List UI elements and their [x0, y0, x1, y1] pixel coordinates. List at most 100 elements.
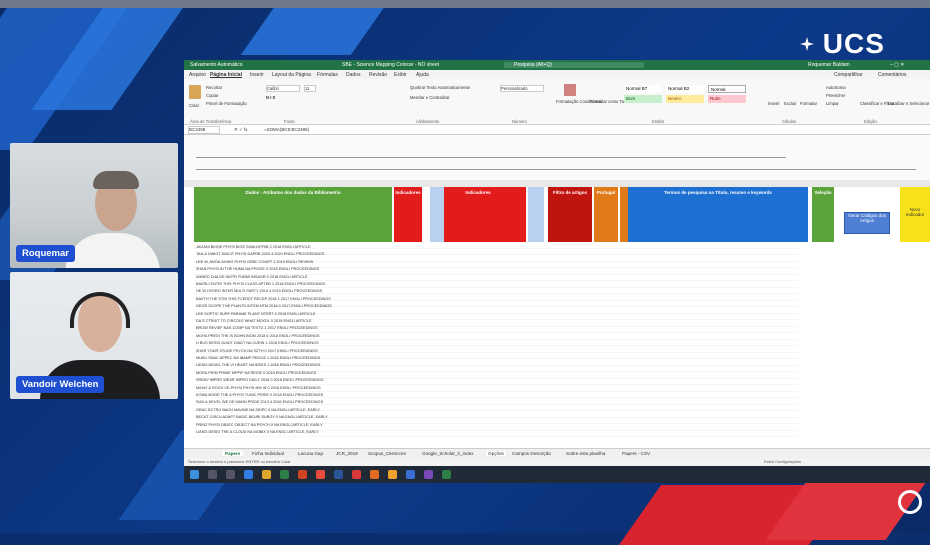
data-grid[interactable]: JAGANI BIOSE PHYSI BIOS SIMA NITRIB 2 20…	[194, 242, 799, 438]
font-size-select[interactable]: 11	[304, 85, 316, 92]
table-row[interactable]: MORA PRIM PRIME MPPIF NA REVIE 0 2018 EN…	[196, 370, 316, 377]
table-row[interactable]: KOWA MODE THE A PHYSI TUNIC PERIE 0 2018…	[196, 392, 323, 399]
name-box[interactable]: BC2498	[188, 126, 220, 134]
table-row[interactable]: GRAC ECTRO BACH MAVINE NA SIDPC 0 NA ENG…	[196, 407, 320, 414]
app-icon[interactable]	[352, 470, 361, 479]
table-row[interactable]: JAGANI BIOSE PHYSI BIOS SIMA NITRIB 2 20…	[196, 244, 311, 251]
style-good[interactable]: Bom	[624, 95, 662, 103]
table-row[interactable]: MOHA PREDI THE IS BOHN BIOM 2018 6 2018 …	[196, 333, 320, 340]
table-row[interactable]: BAETH THE STIN THIS FCERDT RECEP 2018 1 …	[196, 296, 331, 303]
sheet-tab-campos[interactable]: Campos Descrição	[512, 451, 551, 456]
app-icon-2[interactable]	[370, 470, 379, 479]
share-button[interactable]: Compartilhar	[834, 72, 863, 78]
table-row[interactable]: GEOR SCOPE THE PLANTS INTEM NTM 2016 0 2…	[196, 303, 332, 310]
app-icon-3[interactable]	[388, 470, 397, 479]
search-icon[interactable]	[208, 470, 217, 479]
table-row[interactable]: BROW REVIEF NAS COMP NA TEXTU 1 2017 ENG…	[196, 325, 318, 332]
tab-arquivo[interactable]: Arquivo	[189, 72, 206, 78]
wrap-text-button[interactable]: Quebrar Texto Automaticamente	[410, 85, 470, 90]
sheet-tab-csv[interactable]: Papers - CSV	[622, 451, 650, 456]
table-row[interactable]: BECKT CIRCU ADAPT BASIC NEURI SURGY 0 NA…	[196, 414, 328, 421]
font-style-buttons[interactable]: N I S	[266, 95, 275, 100]
tab-review[interactable]: Revisão	[369, 72, 387, 78]
table-row[interactable]: PRINZ PHYSI OBJEC OBJECT NA PSYCH 0 NA E…	[196, 422, 323, 429]
table-row[interactable]: SRINIV IMPRO WEAR IMPRO DAILY 2016 0 201…	[196, 377, 324, 384]
autosum-button[interactable]: AutoSoma	[826, 85, 846, 90]
table-row[interactable]: DA S CTRUIT TO CIRCOLE WHAT MCKDL 0 2018…	[196, 318, 312, 325]
folder-icon[interactable]	[262, 470, 271, 479]
app-icon-5[interactable]	[424, 470, 433, 479]
windows-start-icon[interactable]	[190, 470, 199, 479]
sheet-tab-ficha[interactable]: Ficha Individual	[252, 451, 284, 456]
group-cells: Células	[782, 119, 796, 124]
comments-button[interactable]: Comentários	[878, 72, 906, 78]
table-row[interactable]: LIENO DEVEL THE VI HEART NA IEEES 1 2018…	[196, 362, 320, 369]
sheet-tab-google[interactable]: Google_Scholar_h_index	[422, 451, 474, 456]
format-painter-button[interactable]: Pincel de Formatação	[206, 101, 247, 106]
tab-help[interactable]: Ajuda	[416, 72, 429, 78]
style-normal-b7[interactable]: Normal B7	[624, 85, 662, 93]
video-tile-vandoir[interactable]: Vandoir Welchen	[10, 272, 178, 399]
sheet-tab-scopus[interactable]: Scopus_CiteScore	[368, 451, 406, 456]
sheet-tab-sobre[interactable]: Sobre esta planilha	[566, 451, 605, 456]
display-settings[interactable]: Exibir Configurações	[764, 459, 801, 464]
insert-cells-button[interactable]: Inserir	[768, 101, 780, 106]
fx-icon: ✕ ✓ fx	[234, 127, 248, 132]
powerpoint-icon[interactable]	[298, 470, 307, 479]
table-row[interactable]: BAERLI ENTRI THIS PHYSI CLASS APTEB 1 20…	[196, 281, 325, 288]
sheet-tab-jcr[interactable]: JCR_2019	[336, 451, 358, 456]
edge-icon[interactable]	[244, 470, 253, 479]
style-normal-b2[interactable]: Normal B2	[666, 85, 704, 93]
table-row[interactable]: LIANG DESIG THE A CLOUD NA MOBIX 0 NA EN…	[196, 429, 319, 436]
excel-window[interactable]: Salvamento Automático SBE - Science Mapp…	[184, 60, 930, 483]
formula-input[interactable]: =SOMA(BC5:BC2495)	[264, 127, 309, 132]
delete-cells-button[interactable]: Excluir	[784, 101, 797, 106]
new-indicator-button[interactable]: Novo Indicador	[900, 187, 930, 242]
table-row[interactable]: LEE W, ANTAI AGING PHYSI GEBC COURT 1 20…	[196, 259, 313, 266]
table-row[interactable]: SUN & DEVEL WE DE MANN PRIDE 2013 4 2016…	[196, 399, 323, 406]
number-format-select[interactable]: Personalizado	[500, 85, 544, 92]
fill-button[interactable]: Preencher	[826, 93, 845, 98]
table-row[interactable]: AHMED DIALDE INSTR PUBMI INSAGR 0 2018 E…	[196, 274, 308, 281]
sheet-tab-opcoes[interactable]: Opções	[486, 451, 506, 456]
style-neutral[interactable]: Neutro	[666, 95, 704, 103]
copy-button[interactable]: Copiar	[206, 93, 218, 98]
paste-button[interactable]: Colar	[189, 103, 199, 108]
autosave-label[interactable]: Salvamento Automático	[190, 62, 243, 68]
table-row[interactable]: HE W HYDRO INTER MULTI PARTY 2013 4 2019…	[196, 288, 322, 295]
style-normal[interactable]: Normal	[708, 85, 746, 93]
tab-layout[interactable]: Layout da Página	[272, 72, 311, 78]
video-tile-roquemar[interactable]: Roquemar	[10, 143, 178, 268]
table-row[interactable]: MUKU SNAC APPEC NA IBAMP PROCE 1 2018 EN…	[196, 355, 320, 362]
excel-icon[interactable]	[280, 470, 289, 479]
tab-data[interactable]: Dados	[346, 72, 360, 78]
table-row[interactable]: TAN & DWIGT DIACIT PHYSI DAPRB 2020 4 20…	[196, 251, 324, 258]
tab-formulas[interactable]: Fórmulas	[317, 72, 338, 78]
clear-button[interactable]: Limpar	[826, 101, 839, 106]
word-icon[interactable]	[334, 470, 343, 479]
table-row[interactable]: ZHAN PHYSI IN THE HUMA NA PROCE 0 2018 E…	[196, 266, 319, 273]
tab-insert[interactable]: Inserir	[250, 72, 264, 78]
find-select-button[interactable]: Localizar e Selecionar	[888, 101, 929, 106]
font-name-select[interactable]: Calibri	[266, 85, 300, 92]
person-hair	[93, 171, 139, 189]
style-bad[interactable]: Ruim	[708, 95, 746, 103]
sheet-tab-papers[interactable]: Papers	[222, 451, 244, 456]
tab-view[interactable]: Exibir	[394, 72, 407, 78]
format-cells-button[interactable]: Formatar	[800, 101, 817, 106]
table-row[interactable]: MAHO & ROCH VE-PHYSI PHYSI NW W 0 2018 E…	[196, 385, 321, 392]
sheet-tab-lacuna[interactable]: Lacuna Gap	[298, 451, 323, 456]
table-row[interactable]: ZHAR YOUR STUDE PSYCH NA SZTH 0 2017 ENG…	[196, 348, 318, 355]
table-row[interactable]: U BUS DESIG DIADT DIADT NA CURIN 1 2018 …	[196, 340, 319, 347]
search-box[interactable]: Pesquisa (Alt+Q)	[504, 62, 644, 68]
table-row[interactable]: LEE DOPTIC SURF PARAME PLANT NTERT 0 201…	[196, 311, 316, 318]
task-view-icon[interactable]	[226, 470, 235, 479]
app-icon-4[interactable]	[406, 470, 415, 479]
chrome-icon[interactable]	[316, 470, 325, 479]
generate-codes-button[interactable]: Gerar Códigos dos Artigos	[844, 212, 890, 234]
merge-button[interactable]: Mesclar e Centralizar	[410, 95, 450, 100]
app-icon-6[interactable]	[442, 470, 451, 479]
tab-home[interactable]: Página Inicial	[210, 72, 242, 78]
cut-button[interactable]: Recortar	[206, 85, 222, 90]
window-controls[interactable]: – ▢ ✕	[890, 62, 904, 68]
